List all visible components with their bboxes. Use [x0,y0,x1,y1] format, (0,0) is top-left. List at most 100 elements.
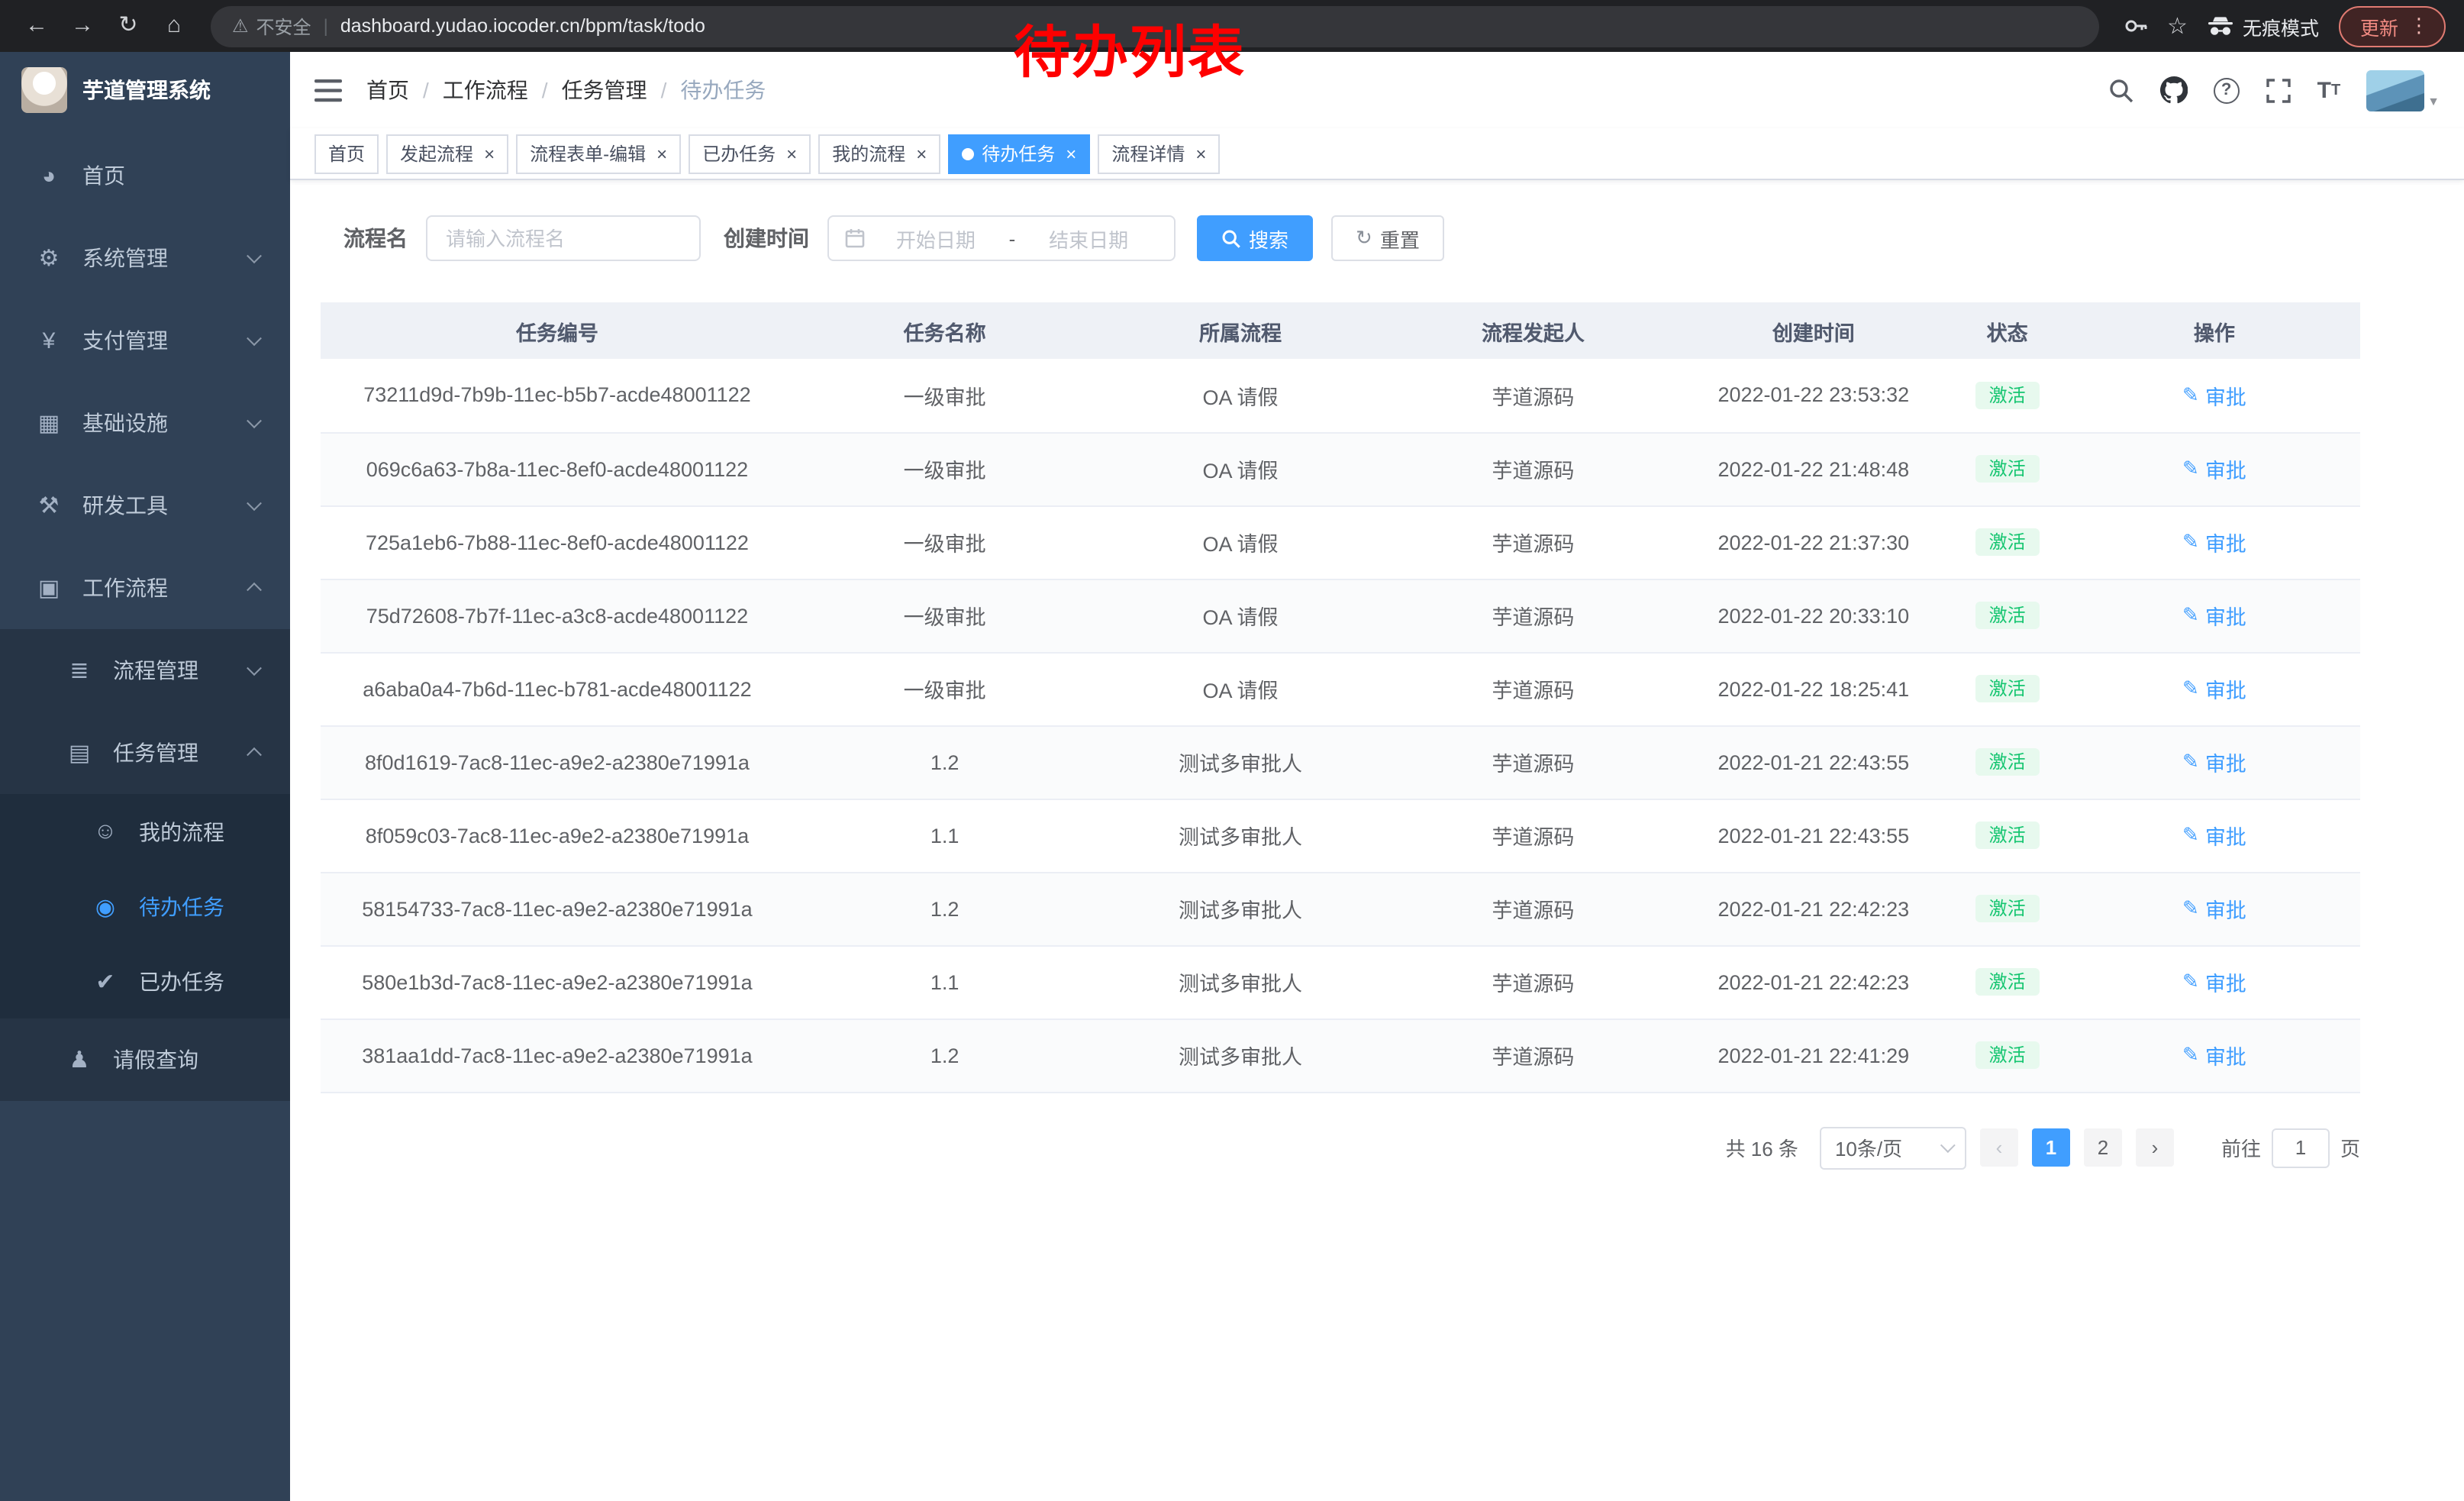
approve-link[interactable]: ✎审批 [2182,967,2246,997]
approve-link[interactable]: ✎审批 [2182,380,2246,411]
tag-item[interactable]: 发起流程× [386,134,508,173]
sidebar-item[interactable]: ✔已办任务 [0,944,290,1018]
table-row: 58154733-7ac8-11ec-a9e2-a2380e71991a1.2测… [321,872,2360,945]
tag-close-icon[interactable]: × [1195,143,1206,164]
sidebar-item[interactable]: ♟请假查询 [0,1018,290,1101]
reset-button[interactable]: ↻ 重置 [1331,215,1444,261]
cell-status: 激活 [1946,432,2069,505]
process-name-input[interactable] [426,215,701,261]
sidebar-item[interactable]: ◉待办任务 [0,869,290,944]
approve-link[interactable]: ✎审批 [2182,527,2246,557]
cell-actions: ✎审批 [2069,1018,2360,1092]
github-icon[interactable] [2160,76,2188,104]
sidebar-item[interactable]: ▦基础设施 [0,382,290,464]
page-button-2[interactable]: 2 [2084,1128,2122,1167]
user-avatar[interactable]: ▼ [2366,69,2440,111]
sidebar-item[interactable]: ⚒研发工具 [0,464,290,547]
breadcrumb-item[interactable]: 首页 [366,75,409,105]
sidebar-item[interactable]: ◕首页 [0,134,290,217]
column-header: 所属流程 [1095,302,1385,359]
tag-label: 流程表单-编辑 [530,140,646,166]
cell-actions: ✎审批 [2069,725,2360,799]
pencil-icon: ✎ [2182,970,2199,994]
cell-task-id: 381aa1dd-7ac8-11ec-a9e2-a2380e71991a [321,1018,794,1092]
sidebar-item[interactable]: ¥支付管理 [0,299,290,382]
font-size-icon[interactable]: TT [2317,77,2341,103]
fullscreen-icon[interactable] [2266,77,2291,103]
approve-label: 审批 [2205,967,2246,997]
goto-page-input[interactable] [2272,1128,2330,1167]
sidebar-item[interactable]: ▣工作流程 [0,547,290,629]
tag-close-icon[interactable]: × [484,143,495,164]
end-date-placeholder[interactable]: 结束日期 [1018,224,1159,253]
tag-close-icon[interactable]: × [916,143,927,164]
cell-process: 测试多审批人 [1095,799,1385,872]
process-name-label: 流程名 [343,223,408,253]
sidebar-item[interactable]: ▤任务管理 [0,712,290,794]
cell-actions: ✎审批 [2069,945,2360,1018]
start-date-placeholder[interactable]: 开始日期 [866,224,1006,253]
approve-label: 审批 [2205,820,2246,851]
page-size-select[interactable]: 10条/页 [1820,1126,1966,1169]
password-key-icon[interactable] [2123,14,2147,38]
prev-page-button[interactable]: ‹ [1980,1128,2018,1167]
tag-item[interactable]: 已办任务× [689,134,811,173]
tag-item[interactable]: 流程表单-编辑 × [516,134,681,173]
search-button[interactable]: 搜索 [1197,215,1313,261]
approve-link[interactable]: ✎审批 [2182,673,2246,704]
browser-forward-icon[interactable]: → [64,8,101,44]
approve-label: 审批 [2205,673,2246,704]
tag-close-icon[interactable]: × [656,143,667,164]
tag-item[interactable]: 流程详情× [1098,134,1220,173]
browser-home-icon[interactable]: ⌂ [156,8,192,44]
sidebar-item-label: 基础设施 [82,408,168,438]
sidebar-item[interactable]: ≣流程管理 [0,629,290,712]
cell-actions: ✎审批 [2069,359,2360,432]
approve-link[interactable]: ✎审批 [2182,454,2246,484]
cell-process: OA 请假 [1095,359,1385,432]
sidebar-collapse-icon[interactable] [314,79,342,102]
approve-link[interactable]: ✎审批 [2182,820,2246,851]
approve-link[interactable]: ✎审批 [2182,747,2246,777]
cell-actions: ✎审批 [2069,432,2360,505]
refresh-icon: ↻ [1356,226,1372,250]
browser-reload-icon[interactable]: ↻ [110,8,147,44]
annotation-overlay-text: 待办列表 [1014,6,1246,89]
table-row: 75d72608-7b7f-11ec-a3c8-acde48001122一级审批… [321,579,2360,652]
update-label: 更新 [2360,11,2398,40]
browser-update-button[interactable]: 更新 ⋮ [2339,5,2446,47]
url-text[interactable]: dashboard.yudao.iocoder.cn/bpm/task/todo [340,15,705,37]
approve-label: 审批 [2205,1040,2246,1070]
page-button-1[interactable]: 1 [2032,1128,2070,1167]
breadcrumb-item[interactable]: 任务管理 [562,75,647,105]
help-icon[interactable]: ? [2214,77,2240,103]
browser-menu-kebab-icon[interactable]: ⋮ [2409,14,2429,38]
search-icon[interactable] [2108,77,2134,103]
tag-close-icon[interactable]: × [786,143,797,164]
tag-item[interactable]: 首页 [314,134,379,173]
tag-active[interactable]: 待办任务× [948,134,1090,173]
approve-link[interactable]: ✎审批 [2182,893,2246,924]
security-warning[interactable]: ⚠ 不安全 [232,13,311,39]
next-page-button[interactable]: › [2136,1128,2174,1167]
approve-link[interactable]: ✎审批 [2182,1040,2246,1070]
app-logo-row[interactable]: 芋道管理系统 [0,52,290,128]
column-header: 创建时间 [1681,302,1946,359]
cell-create-time: 2022-01-21 22:43:55 [1681,799,1946,872]
approve-label: 审批 [2205,747,2246,777]
breadcrumb-item[interactable]: 工作流程 [443,75,528,105]
incognito-badge: 无痕模式 [2208,11,2319,40]
tag-item[interactable]: 我的流程× [818,134,940,173]
browser-back-icon[interactable]: ← [18,8,55,44]
sidebar-item[interactable]: ☺我的流程 [0,794,290,869]
tag-close-icon[interactable]: × [1066,143,1076,164]
date-range-picker[interactable]: 开始日期 - 结束日期 [827,215,1176,261]
cell-starter: 芋道源码 [1385,1018,1681,1092]
cell-task-id: 580e1b3d-7ac8-11ec-a9e2-a2380e71991a [321,945,794,1018]
sidebar-item[interactable]: ⚙系统管理 [0,217,290,299]
goto-page-unit: 页 [2340,1133,2360,1162]
bookmark-star-icon[interactable]: ☆ [2167,12,2188,40]
cell-process: 测试多审批人 [1095,872,1385,945]
chevron-up-icon [247,583,262,598]
approve-link[interactable]: ✎审批 [2182,600,2246,631]
